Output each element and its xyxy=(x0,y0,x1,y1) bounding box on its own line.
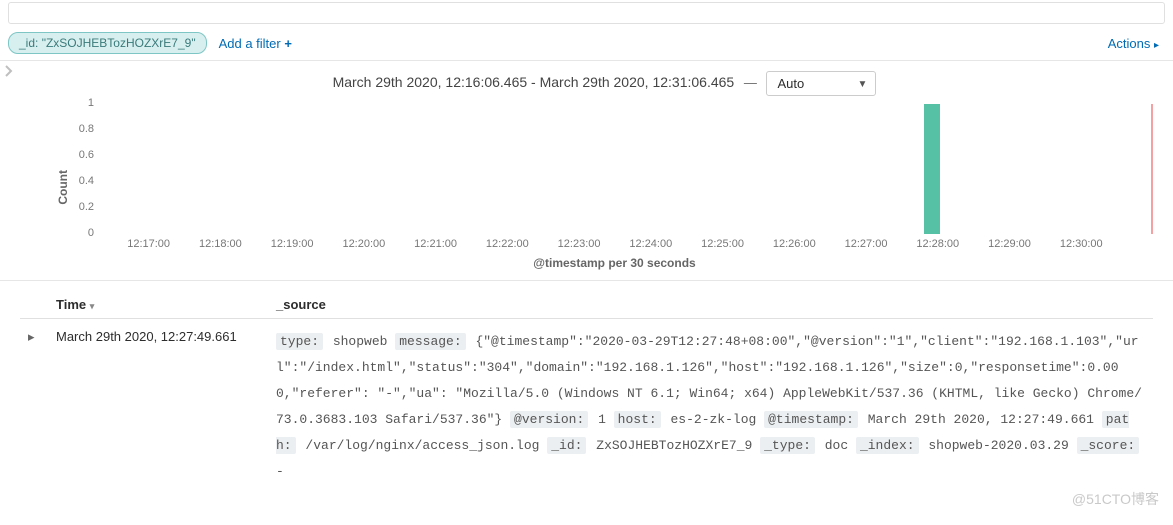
field-message: message: xyxy=(395,333,465,350)
ytick: 1 xyxy=(72,97,94,109)
field-type2-value: doc xyxy=(817,438,856,453)
time-cell: March 29th 2020, 12:27:49.661 xyxy=(48,319,268,496)
actions-label: Actions xyxy=(1108,36,1154,51)
y-axis-label: Count xyxy=(56,170,70,205)
xtick: 12:27:00 xyxy=(845,238,888,250)
xtick: 12:22:00 xyxy=(486,238,529,250)
histogram-chart: March 29th 2020, 12:16:06.465 - March 29… xyxy=(0,61,1173,281)
field-type-value: shopweb xyxy=(325,334,395,349)
x-axis: 12:17:00 12:18:00 12:19:00 12:20:00 12:2… xyxy=(98,234,1153,254)
filter-bar: _id: "ZxSOJHEBTozHOZXrE7_9" Add a filter… xyxy=(0,28,1173,61)
x-axis-label: @timestamp per 30 seconds xyxy=(76,256,1153,270)
source-cell: type: shopweb message: {"@timestamp":"20… xyxy=(268,319,1153,496)
xtick: 12:26:00 xyxy=(773,238,816,250)
field-index: _index: xyxy=(856,437,919,454)
add-filter-button[interactable]: Add a filter + xyxy=(219,36,292,51)
time-range-text: March 29th 2020, 12:16:06.465 - March 29… xyxy=(333,74,735,90)
field-timestamp: @timestamp: xyxy=(764,411,858,428)
field-timestamp-value: March 29th 2020, 12:27:49.661 xyxy=(860,412,1102,427)
dash: — xyxy=(744,75,757,90)
field-type2: _type: xyxy=(760,437,815,454)
xtick: 12:29:00 xyxy=(988,238,1031,250)
xtick: 12:18:00 xyxy=(199,238,242,250)
expand-row-toggle[interactable]: ▸ xyxy=(20,319,48,496)
ytick: 0.8 xyxy=(72,123,94,135)
histogram-bar[interactable] xyxy=(924,104,940,234)
source-column-header[interactable]: _source xyxy=(268,291,1153,319)
interval-value: Auto xyxy=(777,76,804,91)
actions-menu[interactable]: Actions ▸ xyxy=(1108,36,1159,51)
ytick: 0.2 xyxy=(72,201,94,213)
query-bar-input[interactable] xyxy=(8,2,1165,24)
time-column-header[interactable]: Time ▾ xyxy=(48,291,268,319)
chart-edge-marker xyxy=(1151,104,1153,234)
xtick: 12:19:00 xyxy=(271,238,314,250)
xtick: 12:25:00 xyxy=(701,238,744,250)
field-index-value: shopweb-2020.03.29 xyxy=(921,438,1077,453)
ytick: 0 xyxy=(72,227,94,239)
field-id-value: ZxSOJHEBTozHOZXrE7_9 xyxy=(588,438,760,453)
xtick: 12:20:00 xyxy=(342,238,385,250)
field-path-value: /var/log/nginx/access_json.log xyxy=(298,438,548,453)
field-host-value: es-2-zk-log xyxy=(663,412,764,427)
add-filter-label: Add a filter xyxy=(219,36,285,51)
field-id: _id: xyxy=(547,437,586,454)
xtick: 12:30:00 xyxy=(1060,238,1103,250)
ytick: 0.4 xyxy=(72,175,94,187)
field-version-value: 1 xyxy=(590,412,613,427)
xtick: 12:21:00 xyxy=(414,238,457,250)
chevron-right-icon: ▸ xyxy=(1154,40,1159,51)
field-score-value: - xyxy=(276,464,284,479)
time-header-label: Time xyxy=(56,297,86,312)
filter-pill-id[interactable]: _id: "ZxSOJHEBTozHOZXrE7_9" xyxy=(8,32,207,54)
field-type: type: xyxy=(276,333,323,350)
ytick: 0.6 xyxy=(72,149,94,161)
filter-pill-prefix: _id: xyxy=(19,36,42,50)
filter-pill-value: "ZxSOJHEBTozHOZXrE7_9" xyxy=(42,36,196,50)
chart-area[interactable]: 0 0.2 0.4 0.6 0.8 1 12:17:00 12:18:00 12… xyxy=(76,104,1153,270)
documents-table: Time ▾ _source ▸ March 29th 2020, 12:27:… xyxy=(0,281,1173,525)
watermark: @51CTO博客 xyxy=(1072,489,1159,509)
field-score: _score: xyxy=(1077,437,1140,454)
field-host: host: xyxy=(614,411,661,428)
time-range-row: March 29th 2020, 12:16:06.465 - March 29… xyxy=(56,71,1153,96)
xtick: 12:24:00 xyxy=(629,238,672,250)
sort-desc-icon: ▾ xyxy=(90,301,95,311)
xtick: 12:28:00 xyxy=(916,238,959,250)
expand-column-header xyxy=(20,291,48,319)
plot-area: 0 0.2 0.4 0.6 0.8 1 xyxy=(98,104,1153,234)
plus-icon: + xyxy=(284,36,292,51)
table-row: ▸ March 29th 2020, 12:27:49.661 type: sh… xyxy=(20,319,1153,496)
xtick: 12:17:00 xyxy=(127,238,170,250)
field-version: @version: xyxy=(510,411,588,428)
xtick: 12:23:00 xyxy=(558,238,601,250)
chevron-down-icon: ▼ xyxy=(858,79,868,90)
interval-select[interactable]: Auto ▼ xyxy=(766,71,876,96)
